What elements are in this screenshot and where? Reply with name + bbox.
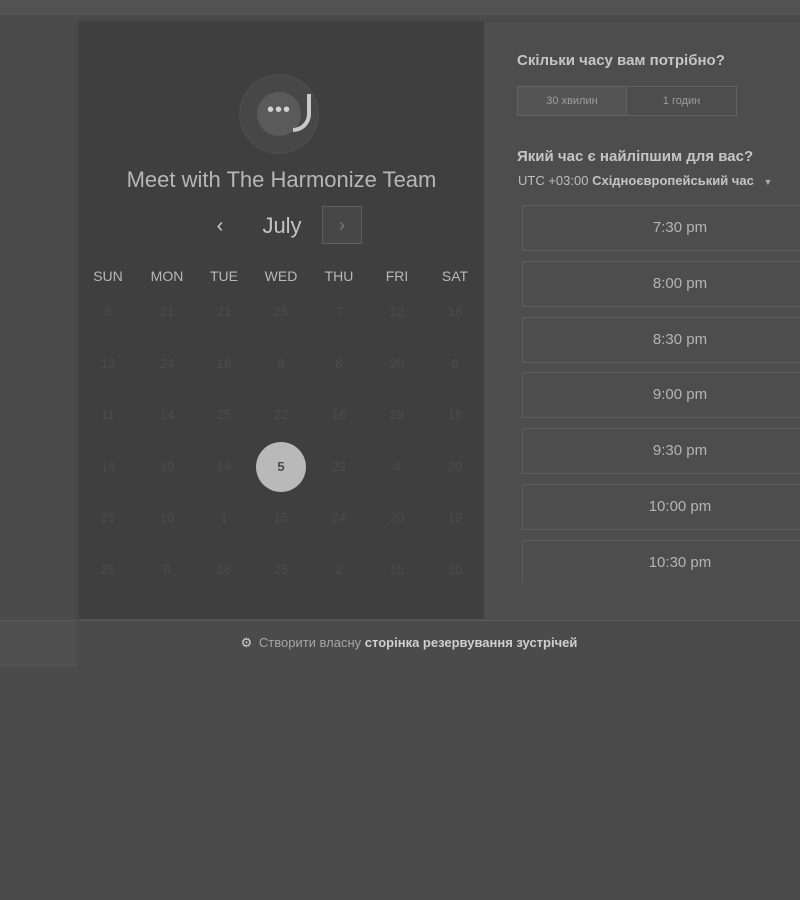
calendar-day[interactable]: 15	[372, 545, 422, 595]
meeting-booking-card: ••• Meet with The Harmonize Team ‹ July …	[79, 22, 800, 667]
duration-heading: Скільки часу вам потрібно?	[517, 52, 725, 69]
calendar-day[interactable]: 8	[256, 339, 306, 389]
time-slot-label: 10:00 pm	[648, 498, 712, 515]
calendar-day[interactable]: 22	[256, 390, 306, 440]
weekday-label: WED	[264, 268, 298, 284]
footer-prefix: Створити власну	[258, 635, 362, 650]
calendar-day[interactable]: 25	[256, 545, 306, 595]
time-heading: Який час є найліпшим для вас?	[517, 148, 754, 165]
calendar-day[interactable]: 14	[199, 442, 249, 492]
calendar-day[interactable]: 4	[372, 442, 422, 492]
duration-option-1hour[interactable]: 1 годин	[627, 87, 736, 115]
month-label: July	[262, 213, 302, 238]
time-slot-label: 7:30 pm	[652, 219, 708, 236]
weekday-label: THU	[324, 268, 354, 284]
calendar-day[interactable]: 26	[199, 545, 249, 595]
duration-option-30min[interactable]: 30 хвилин	[518, 87, 627, 115]
calendar-day[interactable]: 20	[372, 493, 422, 543]
calendar-panel: ••• Meet with The Harmonize Team ‹ July …	[79, 22, 484, 619]
time-slot-button[interactable]: 8:30 pm	[522, 316, 800, 363]
hubspot-sprocket-icon: ⚙	[240, 635, 253, 650]
calendar-day[interactable]: 29	[372, 390, 422, 440]
time-slot-label: 10:30 pm	[648, 553, 712, 571]
calendar-day[interactable]: 18	[430, 390, 480, 440]
calendar-day[interactable]: 19	[142, 442, 192, 492]
calendar-day[interactable]: 15	[256, 493, 306, 543]
calendar-day[interactable]: 16	[199, 339, 249, 389]
calendar-day[interactable]: 7	[314, 287, 364, 337]
calendar-day[interactable]: 8	[314, 339, 364, 389]
weekday-header: SUN MON TUE WED THU FRI SAT	[79, 268, 484, 288]
time-slot-button[interactable]: 10:30 pm	[522, 539, 800, 583]
calendar-day[interactable]: 16	[430, 287, 480, 337]
time-slot-label: 9:00 pm	[652, 386, 708, 404]
calendar-day[interactable]: 13	[83, 339, 133, 389]
weekday-label: FRI	[385, 268, 409, 284]
calendar-day[interactable]: 6	[430, 339, 480, 389]
calendar-day[interactable]: 25	[199, 390, 249, 440]
calendar-day[interactable]: 10	[142, 493, 192, 543]
timezone-offset: UTC +03:00	[518, 173, 589, 188]
calendar-day[interactable]: 20	[430, 442, 480, 492]
weekday-label: MON	[150, 268, 184, 284]
prev-month-button[interactable]: ‹	[205, 212, 235, 242]
calendar-day[interactable]: 19	[430, 493, 480, 543]
calendar-day[interactable]: 24	[314, 493, 364, 543]
weekday-label: SUN	[93, 268, 123, 284]
time-slot-button[interactable]: 10:00 pm	[522, 484, 800, 530]
calendar-day[interactable]: 25	[83, 545, 133, 595]
duration-toggle: 30 хвилин 1 годин	[517, 86, 737, 116]
time-slot-label: 8:30 pm	[652, 330, 708, 348]
time-slot-button[interactable]: 9:00 pm	[522, 372, 800, 419]
month-navigation: ‹ July ›	[79, 206, 484, 246]
calendar-day[interactable]: 24	[142, 339, 192, 389]
calendar-day[interactable]: 14	[83, 442, 133, 492]
next-month-button[interactable]: ›	[322, 206, 362, 244]
team-logo: •••	[239, 74, 319, 154]
time-slot-label: 8:00 pm	[652, 274, 708, 292]
footer-text: ⚙ Створити власну сторінка резервування …	[79, 635, 739, 651]
calendar-day[interactable]: 20	[372, 339, 422, 389]
top-bar	[0, 0, 800, 15]
time-slot-button[interactable]: 7:30 pm	[522, 205, 800, 251]
time-slot-list: 7:30 pm 8:00 pm 8:30 pm 9:00 pm 9:30 pm 10:00…	[522, 205, 800, 583]
weekday-label: SAT	[441, 268, 469, 284]
calendar-day[interactable]: 18	[314, 390, 364, 440]
calendar-day[interactable]: 1	[199, 493, 249, 543]
time-slot-button[interactable]: 8:00 pm	[522, 260, 800, 307]
calendar-grid: 6 21 21 25 7 12 16 13 24 16 8 8 20 6 11 14 25 22 18 29 18 14 1…	[79, 286, 484, 596]
create-booking-page-link[interactable]: сторінка резервування зустрічей	[365, 635, 578, 650]
calendar-day[interactable]: 21	[142, 287, 192, 337]
timezone-selector[interactable]: UTC +03:00 Східноєвропейський час ▼	[518, 173, 772, 188]
calendar-day[interactable]: 12	[372, 287, 422, 337]
timezone-name: Східноєвропейський час	[592, 173, 754, 188]
chevron-down-icon: ▼	[763, 177, 773, 187]
logo-tail-shape	[293, 94, 311, 132]
weekday-label: TUE	[210, 268, 238, 284]
calendar-day[interactable]: 6	[83, 287, 133, 337]
calendar-day[interactable]: 14	[142, 390, 192, 440]
time-slot-label: 9:30 pm	[652, 442, 708, 460]
selected-day[interactable]: 5	[256, 441, 306, 492]
calendar-day[interactable]: 21	[199, 287, 249, 337]
calendar-day[interactable]: 11	[83, 390, 133, 440]
calendar-day[interactable]: 2	[314, 545, 364, 595]
time-slot-button[interactable]: 9:30 pm	[522, 428, 800, 475]
calendar-day[interactable]: 8	[142, 545, 192, 595]
calendar-day[interactable]: 10	[430, 545, 480, 595]
team-title: Meet with The Harmonize Team	[126, 167, 437, 192]
calendar-day[interactable]: 22	[314, 442, 364, 492]
calendar-day[interactable]: 25	[256, 287, 306, 337]
footer: ⚙ Створити власну сторінка резервування …	[79, 620, 800, 667]
calendar-day[interactable]: 25	[83, 493, 133, 543]
